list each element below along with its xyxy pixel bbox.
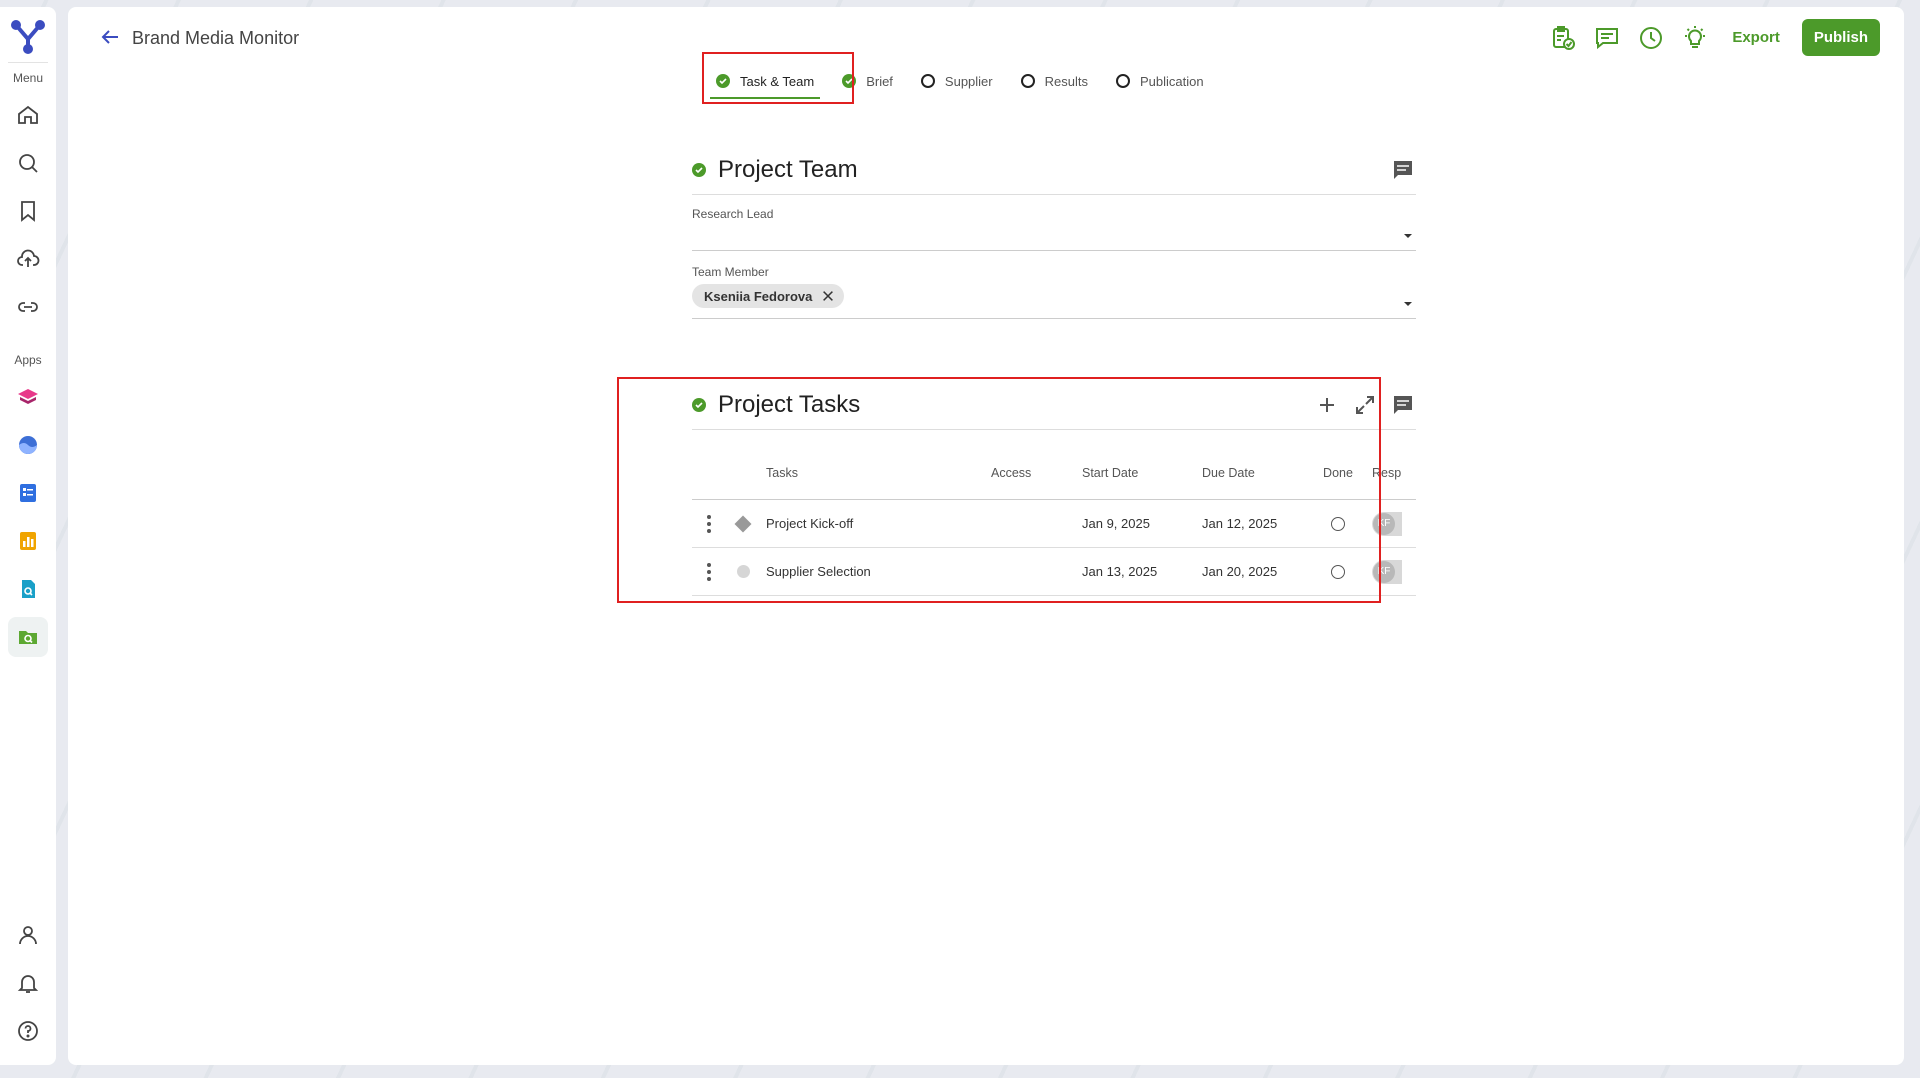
section-title: Project Tasks bbox=[718, 390, 861, 418]
app-logo-icon[interactable] bbox=[8, 17, 48, 57]
empty-circle-icon bbox=[1115, 74, 1130, 88]
page-title: Brand Media Monitor bbox=[132, 28, 300, 48]
comments-icon[interactable] bbox=[1592, 23, 1622, 53]
research-lead-field[interactable]: Research Lead bbox=[692, 195, 1416, 251]
tab-publication[interactable]: Publication bbox=[1102, 61, 1218, 101]
task-start-date[interactable]: Jan 9, 2025 bbox=[1082, 516, 1202, 531]
section-actions bbox=[1314, 392, 1416, 418]
task-due-date[interactable]: Jan 12, 2025 bbox=[1202, 516, 1310, 531]
expand-icon[interactable] bbox=[1352, 392, 1378, 418]
project-tasks-section: Project Tasks Tasks Access Start Date Du… bbox=[692, 380, 1416, 596]
avatar-initials: KF bbox=[1373, 560, 1395, 583]
publish-button[interactable]: Publish bbox=[1801, 19, 1880, 56]
column-header[interactable]: Resp bbox=[1366, 466, 1416, 480]
task-start-date[interactable]: Jan 13, 2025 bbox=[1082, 564, 1202, 579]
check-circle-icon bbox=[692, 397, 706, 412]
team-member-field[interactable]: Team Member Kseniia Fedorova bbox=[692, 251, 1416, 319]
column-header[interactable]: Access bbox=[991, 466, 1082, 480]
export-button[interactable]: Export bbox=[1724, 29, 1788, 46]
tab-label: Results bbox=[1044, 73, 1088, 89]
chevron-down-icon[interactable] bbox=[1404, 234, 1412, 238]
bookmark-icon[interactable] bbox=[8, 191, 48, 231]
tab-results[interactable]: Results bbox=[1007, 61, 1102, 101]
app-doc-icon[interactable] bbox=[8, 473, 48, 513]
history-clock-icon[interactable] bbox=[1636, 23, 1666, 53]
comment-icon[interactable] bbox=[1390, 392, 1416, 418]
sidebar-bottom bbox=[8, 911, 48, 1055]
table-row[interactable]: Supplier Selection Jan 13, 2025 Jan 20, … bbox=[692, 548, 1416, 596]
step-tabs: Task & Team Brief Supplier Results Publi… bbox=[702, 61, 1218, 101]
tab-task-team[interactable]: Task & Team bbox=[702, 61, 828, 101]
empty-circle-icon bbox=[920, 74, 935, 88]
sidebar-apps-label: Apps bbox=[14, 353, 42, 367]
sidebar: Menu Apps bbox=[0, 7, 56, 1065]
field-label: Research Lead bbox=[692, 207, 774, 221]
column-header[interactable]: Done bbox=[1310, 466, 1366, 480]
task-name[interactable]: Project Kick-off bbox=[760, 516, 991, 531]
help-icon[interactable] bbox=[8, 1011, 48, 1051]
close-icon[interactable] bbox=[820, 288, 836, 304]
tab-label: Supplier bbox=[944, 73, 993, 89]
comment-icon[interactable] bbox=[1390, 157, 1416, 183]
task-checklist-icon[interactable] bbox=[1548, 23, 1578, 53]
avatar[interactable]: KF bbox=[1372, 511, 1402, 536]
avatar-initials: KF bbox=[1373, 512, 1395, 535]
tab-label: Publication bbox=[1139, 73, 1204, 89]
milestone-diamond-icon bbox=[734, 515, 752, 532]
app-folder-search-icon[interactable] bbox=[8, 617, 48, 657]
app-stack-icon[interactable] bbox=[8, 377, 48, 417]
sidebar-menu-label: Menu bbox=[12, 71, 44, 85]
task-status-dot-icon bbox=[736, 565, 750, 578]
home-icon[interactable] bbox=[8, 95, 48, 135]
avatar[interactable]: KF bbox=[1372, 559, 1402, 584]
sidebar-divider bbox=[8, 62, 48, 63]
chevron-down-icon[interactable] bbox=[1404, 302, 1412, 306]
section-actions bbox=[1390, 157, 1416, 183]
done-checkbox[interactable] bbox=[1331, 516, 1345, 531]
lightbulb-icon[interactable] bbox=[1680, 23, 1710, 53]
column-header[interactable]: Due Date bbox=[1202, 466, 1310, 480]
check-circle-icon bbox=[692, 162, 706, 177]
project-team-section: Project Team Research Lead Team Member K… bbox=[692, 145, 1416, 319]
main-panel: Brand Media Monitor Export Publish Task … bbox=[68, 7, 1904, 1065]
more-vertical-icon[interactable] bbox=[703, 559, 715, 585]
task-name[interactable]: Supplier Selection bbox=[760, 564, 991, 579]
member-chip[interactable]: Kseniia Fedorova bbox=[692, 284, 845, 308]
search-icon[interactable] bbox=[8, 143, 48, 183]
check-circle-icon bbox=[842, 74, 857, 88]
field-label: Team Member bbox=[692, 265, 769, 279]
column-header[interactable]: Start Date bbox=[1082, 466, 1202, 480]
table-row[interactable]: Project Kick-off Jan 9, 2025 Jan 12, 202… bbox=[692, 500, 1416, 548]
top-bar: Brand Media Monitor Export Publish bbox=[68, 7, 1904, 57]
tab-label: Brief bbox=[866, 73, 893, 89]
section-title: Project Team bbox=[718, 155, 858, 183]
tab-label: Task & Team bbox=[740, 73, 815, 89]
chip-label: Kseniia Fedorova bbox=[704, 288, 813, 304]
section-header: Project Tasks bbox=[692, 380, 1416, 430]
empty-circle-icon bbox=[1020, 74, 1035, 88]
upload-cloud-icon[interactable] bbox=[8, 239, 48, 279]
task-due-date[interactable]: Jan 20, 2025 bbox=[1202, 564, 1310, 579]
add-icon[interactable] bbox=[1314, 392, 1340, 418]
tasks-table: Tasks Access Start Date Due Date Done Re… bbox=[692, 446, 1416, 596]
app-wave-icon[interactable] bbox=[8, 425, 48, 465]
section-header: Project Team bbox=[692, 145, 1416, 195]
tab-brief[interactable]: Brief bbox=[828, 61, 907, 101]
app-search-doc-icon[interactable] bbox=[8, 569, 48, 609]
tab-supplier[interactable]: Supplier bbox=[907, 61, 1007, 101]
back-arrow-icon[interactable] bbox=[98, 25, 122, 49]
table-header: Tasks Access Start Date Due Date Done Re… bbox=[692, 446, 1416, 500]
more-vertical-icon[interactable] bbox=[703, 511, 715, 537]
check-circle-icon bbox=[716, 74, 730, 88]
user-icon[interactable] bbox=[8, 915, 48, 955]
column-header[interactable]: Tasks bbox=[760, 466, 991, 480]
link-icon[interactable] bbox=[8, 287, 48, 327]
bell-icon[interactable] bbox=[8, 963, 48, 1003]
done-checkbox[interactable] bbox=[1331, 564, 1345, 579]
top-actions: Export Publish bbox=[1548, 19, 1880, 56]
app-chart-icon[interactable] bbox=[8, 521, 48, 561]
